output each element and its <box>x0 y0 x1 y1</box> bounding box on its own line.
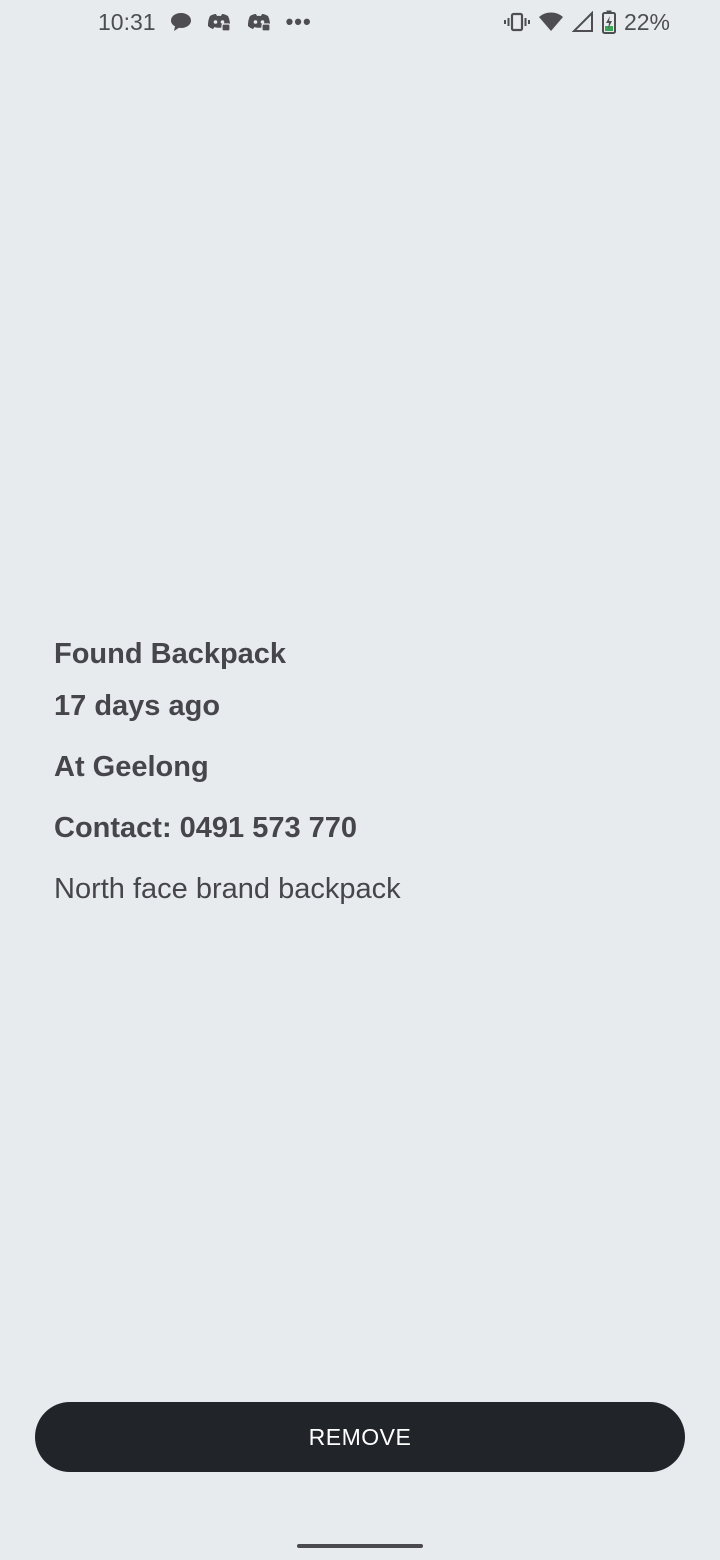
status-bar: 10:31 ••• 22% <box>0 0 720 44</box>
remove-button[interactable]: REMOVE <box>35 1402 685 1472</box>
status-right: 22% <box>496 9 670 36</box>
vibrate-icon <box>503 11 530 33</box>
item-title: Found Backpack <box>54 638 287 670</box>
discord-icon <box>246 11 272 33</box>
status-left: 10:31 ••• <box>98 9 326 36</box>
battery-charging-icon <box>601 10 616 34</box>
more-notifications-icon: ••• <box>285 9 312 34</box>
item-details: Found Backpack 17 days ago At Geelong Co… <box>54 634 674 909</box>
screen: 10:31 ••• 22% Found Backpack 17 days ago… <box>0 0 720 1560</box>
item-contact: Contact: 0491 573 770 <box>54 812 358 844</box>
battery-percent: 22% <box>623 8 670 35</box>
signal-icon <box>571 11 594 33</box>
discord-icon <box>206 11 232 33</box>
item-description: North face brand backpack <box>54 873 401 905</box>
wifi-icon <box>538 11 564 33</box>
item-time-ago: 17 days ago <box>54 690 221 722</box>
chat-bubble-icon <box>170 11 192 33</box>
clock: 10:31 <box>98 8 156 35</box>
gesture-navigation-bar[interactable] <box>297 1544 423 1548</box>
item-location: At Geelong <box>54 751 209 783</box>
